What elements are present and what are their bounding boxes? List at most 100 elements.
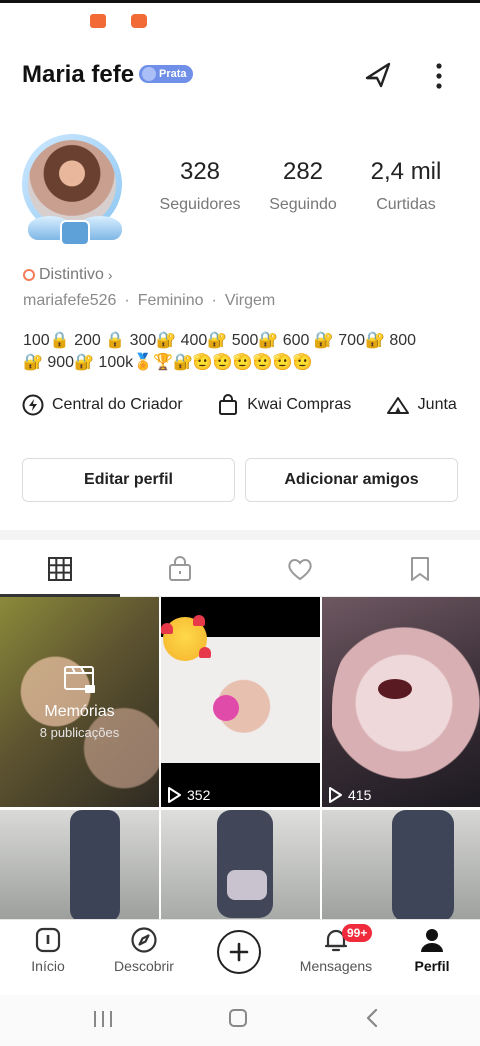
video-frame — [70, 810, 120, 919]
video-thumbnail[interactable] — [0, 810, 159, 919]
edit-profile-button[interactable]: Editar perfil — [22, 458, 235, 502]
stat-likes[interactable]: 2,4 mil Curtidas — [362, 158, 450, 214]
avatar-photo — [28, 140, 116, 228]
recent-apps-icon[interactable] — [92, 1009, 114, 1029]
tab-private[interactable] — [120, 542, 240, 596]
tab-liked[interactable] — [240, 542, 360, 596]
profile-tabs — [0, 542, 480, 597]
memories-icon — [63, 665, 95, 693]
memories-count: 8 publicações — [39, 724, 120, 740]
pacifier — [213, 695, 239, 721]
nav-label: Início — [31, 958, 65, 974]
play-count-value: 415 — [348, 787, 372, 803]
play-icon — [168, 787, 181, 803]
back-icon[interactable] — [364, 1007, 380, 1029]
profile-meta: mariafefe526 · Feminino · Virgem — [23, 292, 276, 309]
video-thumbnail[interactable] — [322, 810, 480, 919]
avatar[interactable] — [20, 134, 128, 246]
more-icon — [436, 63, 442, 89]
share-button[interactable] — [362, 58, 396, 92]
system-navigation-bar — [0, 995, 480, 1046]
profile-header: Maria fefe Prata — [0, 52, 480, 96]
grid-icon — [48, 557, 72, 581]
video-frame — [217, 810, 273, 918]
memories-cell[interactable]: Memórias 8 publicações — [0, 597, 159, 807]
lightning-icon — [22, 394, 44, 416]
nav-descobrir[interactable]: Descobrir — [96, 926, 192, 992]
home-icon — [35, 927, 61, 953]
status-bar — [0, 3, 480, 37]
badge-icon — [142, 67, 156, 81]
add-friends-button[interactable]: Adicionar amigos — [245, 458, 458, 502]
junta-link[interactable]: Junta — [386, 394, 457, 416]
stat-label: Seguindo — [269, 196, 337, 213]
avatar-emblem-icon — [60, 220, 90, 246]
more-options-button[interactable] — [426, 58, 452, 92]
lock-icon — [169, 556, 191, 581]
stat-following[interactable]: 282 Seguindo — [261, 158, 345, 214]
compass-icon — [131, 927, 157, 953]
section-divider — [0, 530, 480, 540]
mouth — [378, 679, 412, 699]
home-button-icon[interactable] — [227, 1007, 249, 1029]
video-icon — [90, 14, 106, 28]
level-badge[interactable]: Prata — [139, 65, 193, 83]
bio: 100🔒 200 🔒 300🔐 400🔐 500🔐 600 🔐 700🔐 800… — [23, 330, 463, 374]
bottom-navigation: Início Descobrir Mensagens 99+ Perfil — [0, 919, 480, 996]
create-button[interactable] — [217, 930, 261, 974]
stat-value: 328 — [179, 158, 221, 185]
kwai-shop-link[interactable]: Kwai Compras — [217, 394, 351, 416]
creator-center-link[interactable]: Central do Criador — [22, 394, 183, 416]
tab-posts[interactable] — [0, 542, 120, 597]
distintivo-icon — [23, 269, 35, 281]
stat-value: 2,4 mil — [370, 158, 442, 185]
memories-title: Memórias — [44, 702, 115, 720]
video-frame — [332, 607, 480, 807]
distintivo-link[interactable]: Distintivo › — [23, 266, 113, 284]
nav-label: Descobrir — [114, 958, 174, 974]
video-thumbnail[interactable]: 352 — [161, 597, 320, 807]
video-frame — [392, 810, 454, 919]
notification-badge: 99+ — [342, 924, 373, 942]
video-thumbnail[interactable]: 415 — [322, 597, 480, 807]
profile-links: Central do Criador Kwai Compras Junta — [22, 394, 480, 422]
bio-line: 100🔒 200 🔒 300🔐 400🔐 500🔐 600 🔐 700🔐 800 — [23, 332, 417, 349]
play-count-value: 352 — [187, 787, 211, 803]
play-count: 352 — [167, 787, 210, 803]
stat-followers[interactable]: 328 Seguidores — [155, 158, 245, 214]
memories-overlay: Memórias 8 publicações — [0, 597, 159, 807]
smiling-hearts-emoji-icon — [161, 615, 211, 661]
nav-inicio[interactable]: Início — [0, 926, 96, 992]
bio-line: 🔐 900🔐 100k🏅🏆🔐🫡🫡🫡🫡🫡🫡 — [23, 354, 313, 371]
video-frame-detail — [227, 870, 267, 900]
video-thumbnail[interactable] — [161, 810, 320, 919]
nav-label: Perfil — [414, 958, 450, 974]
username: mariafefe526 — [23, 292, 117, 309]
stat-label: Curtidas — [376, 196, 436, 213]
plus-icon — [229, 942, 249, 962]
heart-icon — [288, 559, 312, 581]
posts-grid: Memórias 8 publicações 352 415 — [0, 597, 480, 919]
gender: Feminino — [137, 292, 204, 309]
zodiac-sign: Virgem — [224, 292, 276, 309]
bag-icon — [219, 394, 238, 415]
chevron-right-icon: › — [107, 267, 113, 283]
link-label: Central do Criador — [52, 396, 183, 413]
play-count: 415 — [328, 787, 371, 803]
badge-label: Prata — [159, 68, 187, 80]
profile-icon — [421, 929, 443, 952]
share-icon — [365, 62, 391, 88]
distintivo-label: Distintivo — [39, 266, 104, 283]
nav-label: Mensagens — [299, 958, 373, 974]
profile-name: Maria fefe — [22, 61, 135, 88]
play-icon — [329, 787, 342, 803]
tent-icon — [386, 397, 409, 414]
app-icon — [131, 14, 147, 28]
bookmark-icon — [411, 557, 429, 581]
link-label: Kwai Compras — [247, 396, 352, 413]
stat-value: 282 — [282, 158, 324, 185]
nav-perfil[interactable]: Perfil — [384, 926, 480, 992]
stat-label: Seguidores — [159, 196, 241, 213]
link-label: Junta — [417, 396, 457, 413]
tab-saved[interactable] — [360, 542, 480, 596]
